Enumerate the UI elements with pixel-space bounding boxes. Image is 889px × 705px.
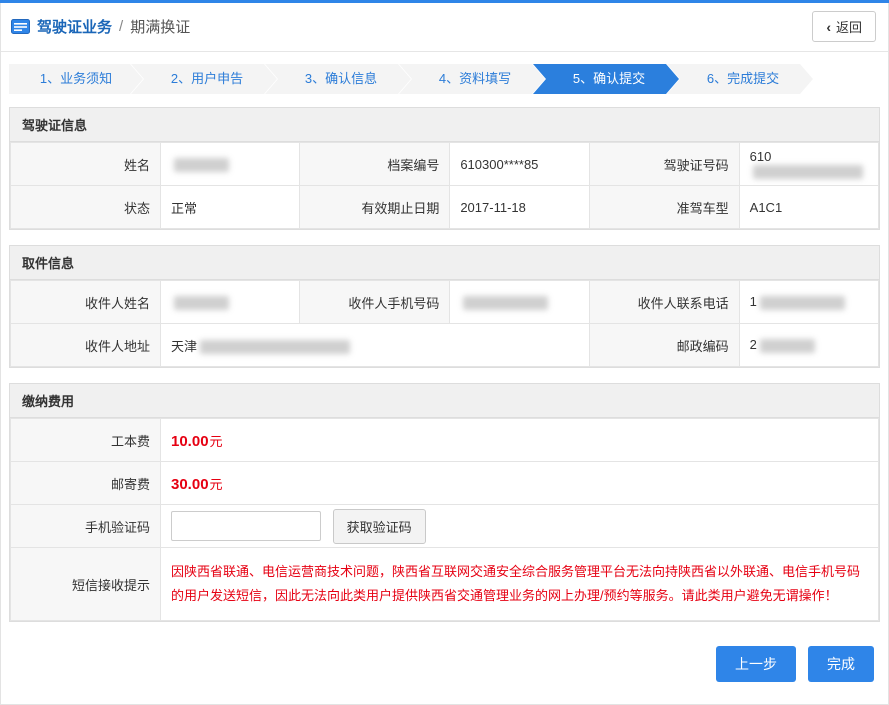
license-info-table: 姓名 档案编号 610300****85 驾驶证号码 610 状态 正常 有效期… — [10, 142, 879, 229]
table-row: 邮寄费 30.00元 — [11, 462, 879, 505]
step-tab-6: 6、完成提交 — [667, 64, 813, 94]
redacted-value — [200, 340, 350, 354]
redacted-value — [463, 296, 548, 310]
step-label: 2、用户申告 — [171, 71, 243, 86]
redacted-value — [760, 296, 845, 310]
table-row: 状态 正常 有效期止日期 2017-11-18 准驾车型 A1C1 — [11, 186, 879, 229]
production-fee-amount: 10.00 — [171, 433, 209, 450]
fees-table: 工本费 10.00元 邮寄费 30.00元 手机验证码 获取验证码 短信接收提 — [10, 418, 879, 621]
postal-code-label: 邮政编码 — [589, 324, 739, 367]
recipient-name-label: 收件人姓名 — [11, 281, 161, 324]
license-number-value: 610 — [739, 143, 878, 186]
recipient-phone-label: 收件人联系电话 — [589, 281, 739, 324]
mailing-fee-amount: 30.00 — [171, 476, 209, 493]
get-code-button[interactable]: 获取验证码 — [333, 509, 426, 544]
table-row: 短信接收提示 因陕西省联通、电信运营商技术问题，陕西省互联网交通安全综合服务管理… — [11, 548, 879, 621]
step-label: 5、确认提交 — [573, 71, 645, 86]
back-button-label: 返回 — [836, 17, 862, 36]
step-tab-5-active: 5、确认提交 — [533, 64, 679, 94]
sms-code-input[interactable] — [171, 511, 321, 541]
file-number-value: 610300****85 — [450, 143, 589, 186]
sms-notice-cell: 因陕西省联通、电信运营商技术问题，陕西省互联网交通安全综合服务管理平台无法向持陕… — [161, 548, 879, 621]
production-fee-value: 10.00元 — [161, 419, 879, 462]
vehicle-class-value: A1C1 — [739, 186, 878, 229]
step-label: 1、业务须知 — [40, 71, 112, 86]
back-button[interactable]: ‹ 返回 — [812, 11, 876, 42]
footer-actions: 上一步 完成 — [15, 646, 874, 682]
production-fee-unit: 元 — [210, 434, 223, 449]
fees-section: 缴纳费用 工本费 10.00元 邮寄费 30.00元 手机验证码 — [9, 383, 880, 622]
table-row: 手机验证码 获取验证码 — [11, 505, 879, 548]
step-wizard: 1、业务须知 2、用户申告 3、确认信息 4、资料填写 5、确认提交 6、完成提… — [9, 64, 880, 94]
license-number-label: 驾驶证号码 — [589, 143, 739, 186]
redacted-value — [174, 158, 229, 172]
pickup-section-title: 取件信息 — [10, 246, 879, 280]
recipient-mobile-label: 收件人手机号码 — [300, 281, 450, 324]
expiry-date-value: 2017-11-18 — [450, 186, 589, 229]
step-label: 6、完成提交 — [707, 71, 779, 86]
mailing-fee-label: 邮寄费 — [11, 462, 161, 505]
finish-button[interactable]: 完成 — [808, 646, 874, 682]
previous-step-button[interactable]: 上一步 — [716, 646, 796, 682]
step-tab-3: 3、确认信息 — [265, 64, 411, 94]
redacted-value — [174, 296, 229, 310]
sms-notice-label: 短信接收提示 — [11, 548, 161, 621]
license-info-section: 驾驶证信息 姓名 档案编号 610300****85 驾驶证号码 610 — [9, 107, 880, 230]
step-tab-2: 2、用户申告 — [131, 64, 277, 94]
chevron-left-icon: ‹ — [826, 20, 831, 34]
file-number-label: 档案编号 — [300, 143, 450, 186]
id-card-icon — [11, 19, 30, 34]
status-label: 状态 — [11, 186, 161, 229]
step-tab-1: 1、业务须知 — [9, 64, 143, 94]
step-label: 3、确认信息 — [305, 71, 377, 86]
page-title: 驾驶证业务 / 期满换证 — [11, 16, 190, 37]
page-header: 驾驶证业务 / 期满换证 ‹ 返回 — [1, 3, 888, 52]
sms-notice-text: 因陕西省联通、电信运营商技术问题，陕西省互联网交通安全综合服务管理平台无法向持陕… — [171, 560, 864, 608]
recipient-mobile-value — [450, 281, 589, 324]
service-subtitle: 期满换证 — [130, 16, 190, 37]
license-section-title: 驾驶证信息 — [10, 108, 879, 142]
table-row: 收件人地址 天津 邮政编码 2 — [11, 324, 879, 367]
table-row: 工本费 10.00元 — [11, 419, 879, 462]
pickup-info-table: 收件人姓名 收件人手机号码 收件人联系电话 1 收件人地址 天津 邮政编码 — [10, 280, 879, 367]
mailing-fee-unit: 元 — [210, 477, 223, 492]
production-fee-label: 工本费 — [11, 419, 161, 462]
pickup-info-section: 取件信息 收件人姓名 收件人手机号码 收件人联系电话 1 收件人地 — [9, 245, 880, 368]
redacted-value — [753, 165, 863, 179]
table-row: 收件人姓名 收件人手机号码 收件人联系电话 1 — [11, 281, 879, 324]
recipient-name-value — [161, 281, 300, 324]
title-separator: / — [119, 18, 123, 35]
recipient-address-label: 收件人地址 — [11, 324, 161, 367]
status-value: 正常 — [161, 186, 300, 229]
vehicle-class-label: 准驾车型 — [589, 186, 739, 229]
page-container: 驾驶证业务 / 期满换证 ‹ 返回 1、业务须知 2、用户申告 3、确认信息 4… — [0, 3, 889, 705]
postal-code-value: 2 — [739, 324, 878, 367]
recipient-address-value: 天津 — [161, 324, 590, 367]
mailing-fee-value: 30.00元 — [161, 462, 879, 505]
sms-code-cell: 获取验证码 — [161, 505, 879, 548]
step-tab-4: 4、资料填写 — [399, 64, 545, 94]
sms-code-label: 手机验证码 — [11, 505, 161, 548]
fees-section-title: 缴纳费用 — [10, 384, 879, 418]
expiry-date-label: 有效期止日期 — [300, 186, 450, 229]
name-label: 姓名 — [11, 143, 161, 186]
table-row: 姓名 档案编号 610300****85 驾驶证号码 610 — [11, 143, 879, 186]
service-category-title: 驾驶证业务 — [37, 16, 112, 37]
redacted-value — [760, 339, 815, 353]
step-label: 4、资料填写 — [439, 71, 511, 86]
recipient-phone-value: 1 — [739, 281, 878, 324]
name-value — [161, 143, 300, 186]
